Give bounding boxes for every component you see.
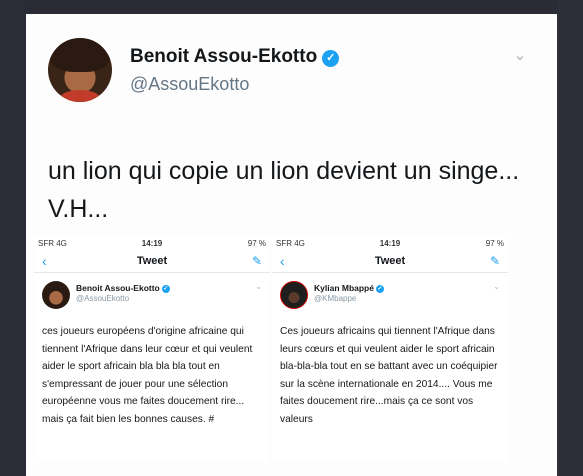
status-bar: SFR 4G 14:19 97 % [272,236,508,251]
author-handle: @AssouEkotto [76,294,130,303]
avatar-hair [50,38,110,72]
nav-title: Tweet [136,255,168,267]
status-time: 14:19 [379,239,401,248]
author-name: Benoit Assou-Ekotto ✓ [76,283,170,293]
author-name-text: Benoit Assou-Ekotto [130,46,318,67]
nav-bar: ‹ Tweet ✎ [34,251,270,273]
author-name[interactable]: Benoit Assou-Ekotto ✓ [130,46,340,68]
author-name-text: Benoit Assou-Ekotto [76,283,160,293]
avatar[interactable] [280,281,308,309]
author-handle[interactable]: @AssouEkotto [130,74,249,95]
embedded-tweet-text: ces joueurs européens d'origine africain… [42,326,253,425]
background-right [557,0,583,476]
avatar[interactable] [48,38,112,102]
chevron-down-icon[interactable]: ⌄ [493,282,500,291]
nav-title: Tweet [374,255,406,267]
verified-badge-icon: ✓ [322,50,340,67]
avatar-shirt [60,90,100,102]
verified-badge-icon: ✓ [161,285,170,293]
status-time: 14:19 [141,239,163,248]
embedded-tweet-text: Ces joueurs africains qui tiennent l'Afr… [280,326,498,425]
compose-icon[interactable]: ✎ [252,254,262,268]
tweet-text: un lion qui copie un lion devient un sin… [48,157,520,223]
author-name-text: Kylian Mbappé [314,283,374,293]
author-name: Kylian Mbappé ✓ [314,283,384,293]
embedded-screenshot-left: SFR 4G 14:19 97 % ‹ Tweet ✎ Benoit Assou… [34,236,270,462]
chevron-down-icon[interactable]: ⌄ [512,48,528,64]
author-handle: @KMbappe [314,294,357,303]
status-bar: SFR 4G 14:19 97 % [34,236,270,251]
chevron-down-icon[interactable]: ⌄ [255,282,262,291]
verified-badge-icon: ✓ [375,285,384,293]
background-left [0,0,26,476]
avatar[interactable] [42,281,70,309]
embedded-screenshot-right: SFR 4G 14:19 97 % ‹ Tweet ✎ Kylian Mbapp… [272,236,508,462]
battery-level: 97 % [247,239,266,248]
compose-icon[interactable]: ✎ [490,254,500,268]
nav-bar: ‹ Tweet ✎ [272,251,508,273]
battery-level: 97 % [485,239,504,248]
